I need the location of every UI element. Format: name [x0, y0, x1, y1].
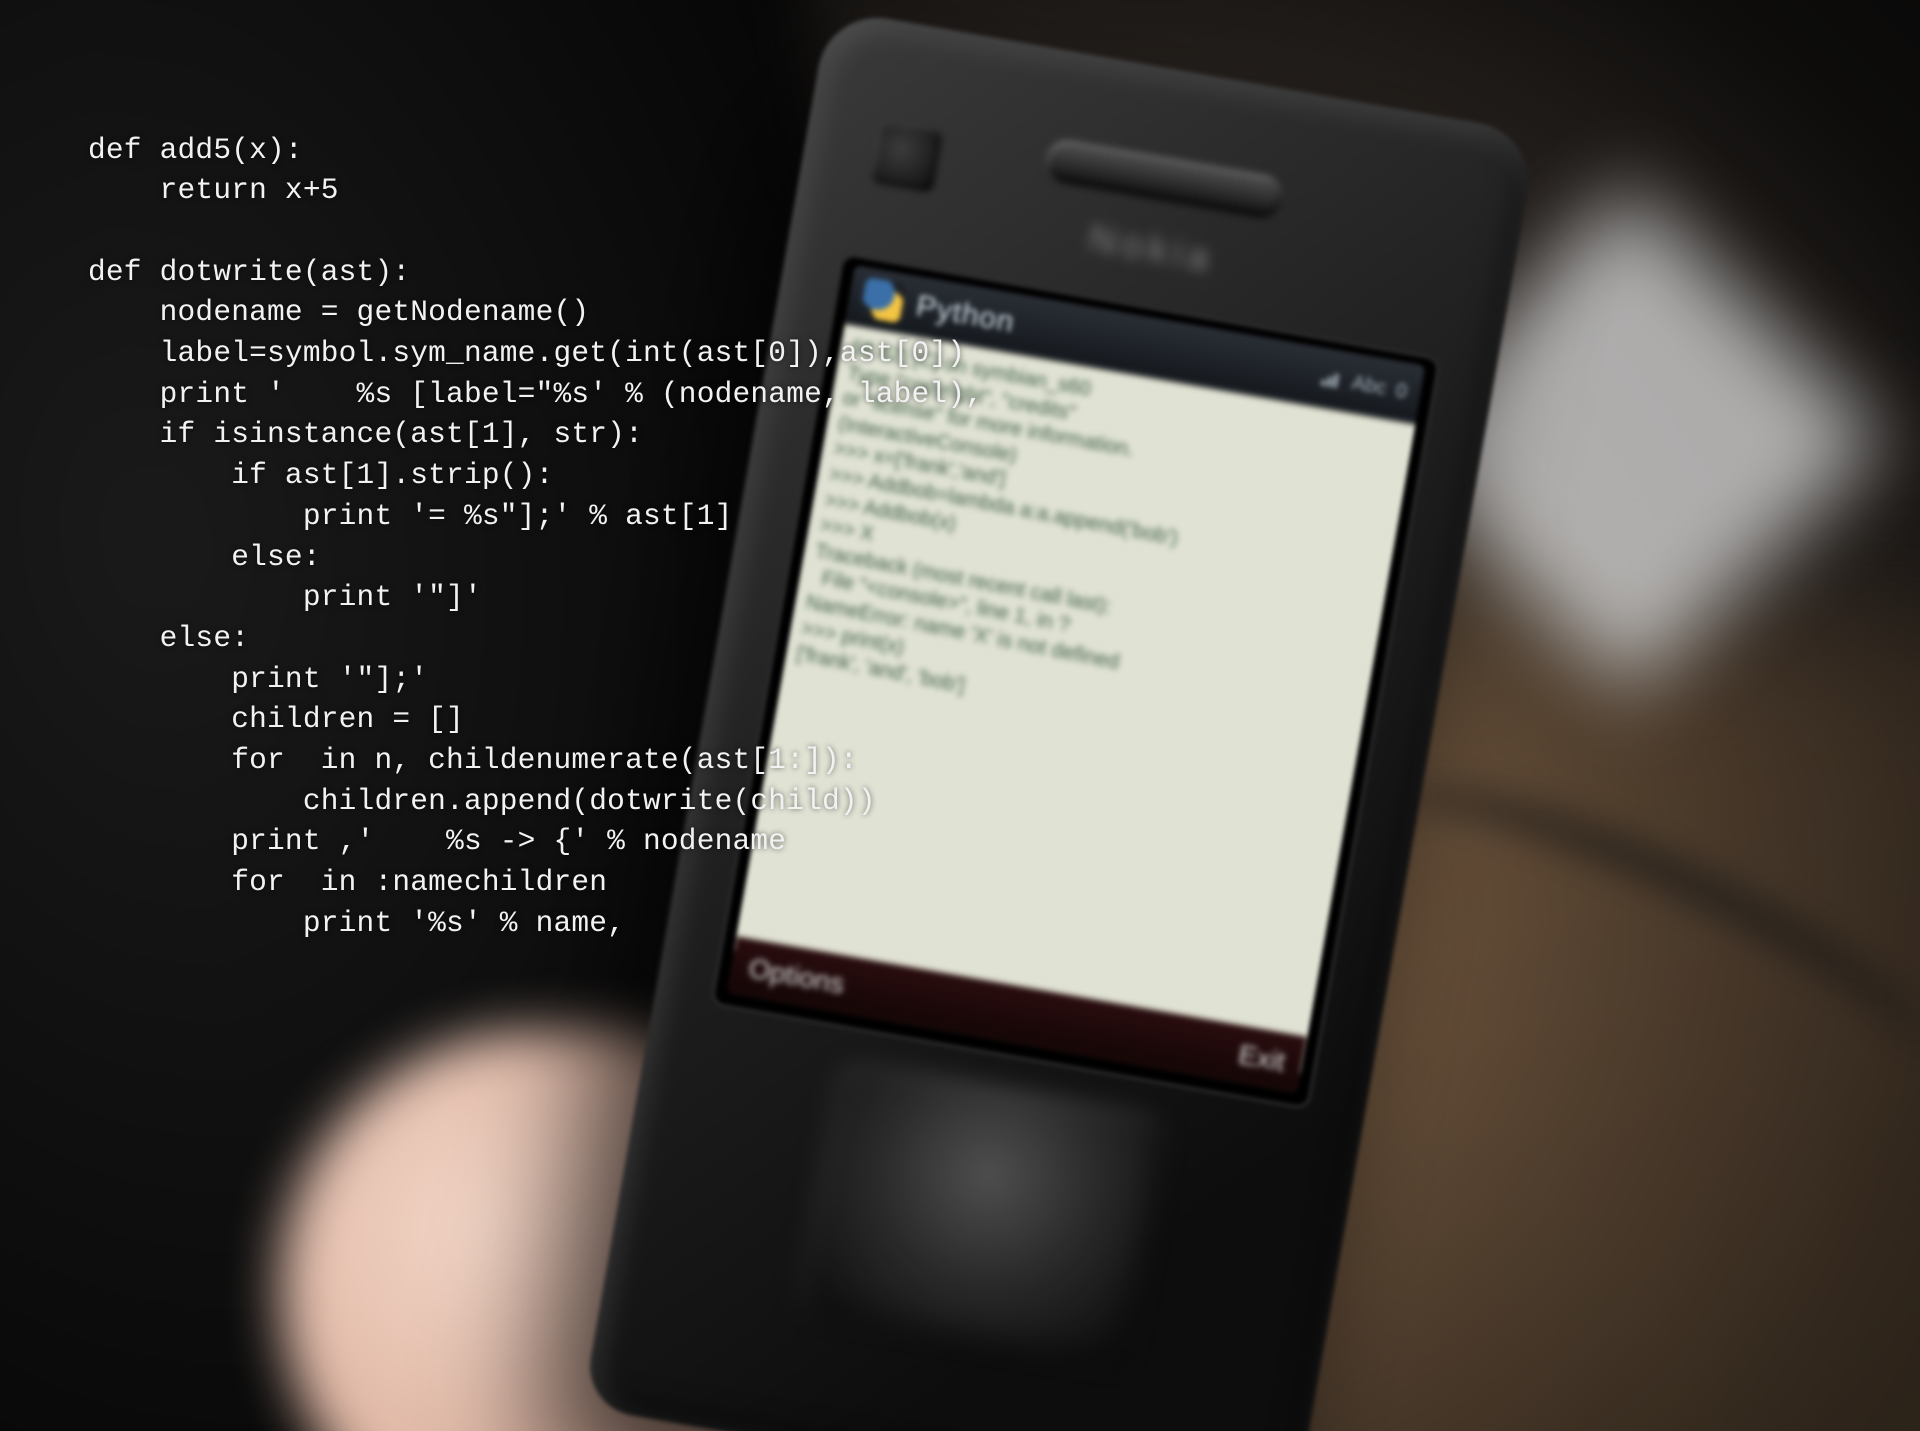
input-mode-indicator: Abc [1350, 372, 1388, 401]
softkey-options[interactable]: Options [746, 952, 847, 1000]
status-counter: 0 [1394, 379, 1409, 404]
code-overlay: def add5(x): return x+5 def dotwrite(ast… [88, 130, 983, 944]
status-right: Abc 0 [1321, 366, 1409, 404]
signal-icon [1321, 370, 1343, 389]
scene: Nokia Python Abc 0 58.42) [C] on symbian… [0, 0, 1920, 1431]
softkey-exit[interactable]: Exit [1236, 1039, 1288, 1079]
